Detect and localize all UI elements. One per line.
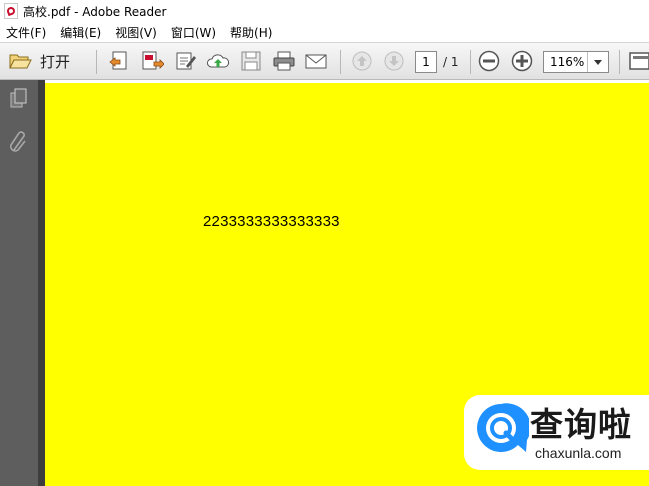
next-page-icon[interactable] (382, 50, 406, 72)
toolbar-separator (470, 50, 471, 74)
toolbar-separator (340, 50, 341, 74)
zoom-value: 116% (550, 55, 585, 69)
folder-open-icon (9, 54, 32, 69)
zoom-out-icon[interactable] (477, 50, 501, 72)
zoom-in-icon[interactable] (510, 50, 534, 72)
toolbar-separator (96, 50, 97, 74)
menu-bar: 文件(F) 编辑(E) 视图(V) 窗口(W) 帮助(H) (0, 22, 649, 42)
menu-help[interactable]: 帮助(H) (230, 24, 272, 41)
menu-edit[interactable]: 编辑(E) (60, 24, 101, 41)
title-bar: 高校.pdf - Adobe Reader (0, 0, 649, 22)
pdf-icon (4, 3, 18, 19)
open-label: 打开 (40, 52, 71, 71)
upload-cloud-icon[interactable] (206, 50, 230, 72)
pane-divider (38, 80, 45, 486)
save-icon[interactable] (239, 50, 263, 72)
toolbar-separator (619, 50, 620, 74)
fit-width-icon[interactable] (627, 50, 649, 72)
navigation-pane (0, 80, 38, 486)
watermark-logo (477, 403, 529, 452)
export-pdf-icon[interactable] (140, 50, 164, 72)
pages-icon[interactable] (9, 88, 29, 110)
email-icon[interactable] (304, 50, 328, 72)
watermark-brand-cn: 查询啦 (530, 405, 632, 444)
page-number-input[interactable]: 1 (415, 51, 437, 73)
sign-icon[interactable] (174, 50, 198, 72)
toolbar: 打开 1 / 1 116% (0, 42, 649, 80)
page-total: / 1 (443, 55, 459, 69)
menu-file[interactable]: 文件(F) (6, 24, 46, 41)
zoom-select[interactable]: 116% (543, 51, 609, 73)
window-title: 高校.pdf - Adobe Reader (23, 4, 167, 19)
open-button[interactable]: 打开 (8, 49, 70, 73)
chevron-down-icon[interactable] (587, 52, 608, 72)
document-text: 2233333333333333 (203, 213, 340, 230)
menu-view[interactable]: 视图(V) (115, 24, 157, 41)
watermark-brand-en: chaxunla.com (535, 445, 622, 461)
attachments-icon[interactable] (9, 130, 29, 154)
menu-window[interactable]: 窗口(W) (171, 24, 216, 41)
print-icon[interactable] (272, 50, 296, 72)
prev-page-icon[interactable] (350, 50, 374, 72)
create-pdf-icon[interactable] (108, 50, 132, 72)
